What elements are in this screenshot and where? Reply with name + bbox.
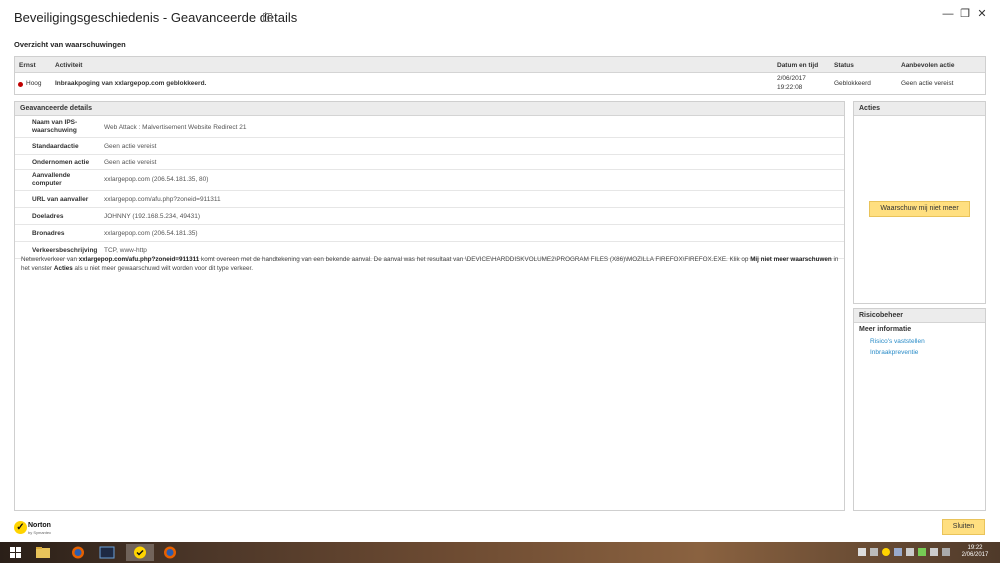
tray-battery-icon[interactable] [918, 548, 926, 556]
detail-value: Geen actie vereist [104, 159, 157, 166]
detail-label: URL van aanvaller [32, 196, 89, 203]
detail-value: xxlargepop.com (206.54.181.35) [104, 230, 198, 237]
taskbar: 19:22 2/06/2017 [0, 542, 1000, 563]
actions-panel: Acties Waarschuw mij niet meer [853, 101, 986, 304]
detail-label: Standaardactie [32, 143, 79, 150]
col-status[interactable]: Status [834, 62, 854, 69]
alerts-header: Ernst Activiteit Datum en tijd Status Aa… [15, 57, 985, 73]
start-icon[interactable] [6, 544, 26, 561]
risk-title: Risicobeheer [854, 309, 985, 323]
detail-label: Verkeersbeschrijving [32, 247, 98, 254]
attack-description: Netwerkverkeer van xxlargepop.com/afu.ph… [21, 256, 839, 272]
tray-volume-icon[interactable] [906, 548, 914, 556]
detail-value: Web Attack : Malvertisement Website Redi… [104, 124, 247, 131]
app-icon[interactable] [97, 544, 117, 561]
norton-sub: by Symantec [28, 530, 52, 535]
col-datetime[interactable]: Datum en tijd [777, 62, 818, 69]
detail-label: Bronadres [32, 230, 65, 237]
detail-label: Ondernomen actie [32, 159, 90, 166]
close-window-button[interactable]: ✕ [974, 7, 990, 21]
advanced-details-title: Geavanceerde details [15, 102, 844, 116]
table-row[interactable]: Hoog Inbraakpoging van xxlargepop.com ge… [15, 73, 985, 94]
detail-row-ips-name: Naam van IPS-waarschuwing Web Attack : M… [15, 116, 844, 138]
status-value: Geblokkeerd [834, 80, 871, 87]
col-severity[interactable]: Ernst [19, 62, 36, 69]
detail-label: Doeladres [32, 213, 64, 220]
overview-title: Overzicht van waarschuwingen [14, 40, 126, 49]
more-info-heading: Meer informatie [859, 326, 912, 333]
norton-taskbar-icon[interactable] [126, 544, 154, 561]
detail-row-attacker-url: URL van aanvaller xxlargepop.com/afu.php… [15, 191, 844, 208]
advanced-details-panel: Geavanceerde details Naam van IPS-waarsc… [14, 101, 845, 511]
detail-value: JOHNNY (192.168.5.234, 49431) [104, 213, 200, 220]
do-not-warn-button[interactable]: Waarschuw mij niet meer [869, 201, 970, 217]
clock-date: 2/06/2017 [961, 552, 989, 558]
tray-user-icon[interactable] [858, 548, 866, 556]
detail-row-action-taken: Ondernomen actie Geen actie vereist [15, 155, 844, 170]
detail-value: Geen actie vereist [104, 143, 157, 150]
firefox-window-icon[interactable] [160, 544, 180, 561]
tray-network-icon[interactable] [870, 548, 878, 556]
close-button[interactable]: Sluiten [942, 519, 985, 535]
detail-row-source-address: Bronadres xxlargepop.com (206.54.181.35) [15, 225, 844, 242]
intrusion-prevention-link[interactable]: Inbraakpreventie [870, 349, 918, 356]
detail-value: xxlargepop.com (206.54.181.35, 80) [104, 176, 209, 183]
actions-title: Acties [854, 102, 985, 116]
tray-norton-icon[interactable] [882, 548, 890, 556]
detail-value: TCP, www-http [104, 247, 147, 254]
title-bar: Beveiligingsgeschiedenis - Geavanceerde … [0, 0, 1000, 33]
firefox-icon[interactable] [68, 544, 88, 561]
col-activity[interactable]: Activiteit [55, 62, 82, 69]
severity-value: Hoog [26, 80, 42, 87]
window-title: Beveiligingsgeschiedenis - Geavanceerde … [14, 10, 298, 25]
date-value: 2/06/2017 [777, 75, 806, 82]
maximize-button[interactable]: ❐ [957, 7, 973, 21]
norton-check-icon: ✓ [14, 521, 27, 534]
activity-value: Inbraakpoging van xxlargepop.com geblokk… [55, 80, 207, 87]
assess-risk-link[interactable]: Risico's vaststellen [870, 338, 925, 345]
time-value: 19:22:08 [777, 84, 803, 91]
tray-keyboard-icon[interactable] [942, 548, 950, 556]
tray-bluetooth-icon[interactable] [894, 548, 902, 556]
detail-row-target-address: Doeladres JOHNNY (192.168.5.234, 49431) [15, 208, 844, 225]
risk-management-panel: Risicobeheer Meer informatie Risico's va… [853, 308, 986, 511]
alerts-table: Ernst Activiteit Datum en tijd Status Aa… [14, 56, 986, 95]
detail-value: xxlargepop.com/afu.php?zoneid=911311 [104, 196, 221, 203]
detail-label: Naam van IPS-waarschuwing [32, 119, 78, 134]
norton-brand: Norton [28, 522, 51, 529]
minimize-button[interactable]: — [940, 7, 956, 21]
norton-logo: ✓ Norton by Symantec [14, 519, 54, 537]
detail-row-attacking-computer: Aanvallende computer xxlargepop.com (206… [15, 170, 844, 191]
file-explorer-icon[interactable] [33, 544, 53, 561]
clock-time: 19:22 [967, 545, 983, 551]
detail-label: Aanvallende computer [32, 172, 71, 187]
col-recommended-action[interactable]: Aanbevolen actie [901, 62, 954, 69]
tray-speaker-icon[interactable] [930, 548, 938, 556]
severity-high-icon [18, 82, 23, 87]
taskbar-clock[interactable]: 19:22 2/06/2017 [957, 545, 993, 559]
action-value: Geen actie vereist [901, 80, 954, 87]
detail-row-default-action: Standaardactie Geen actie vereist [15, 138, 844, 155]
help-icon[interactable]: ? [263, 13, 272, 22]
